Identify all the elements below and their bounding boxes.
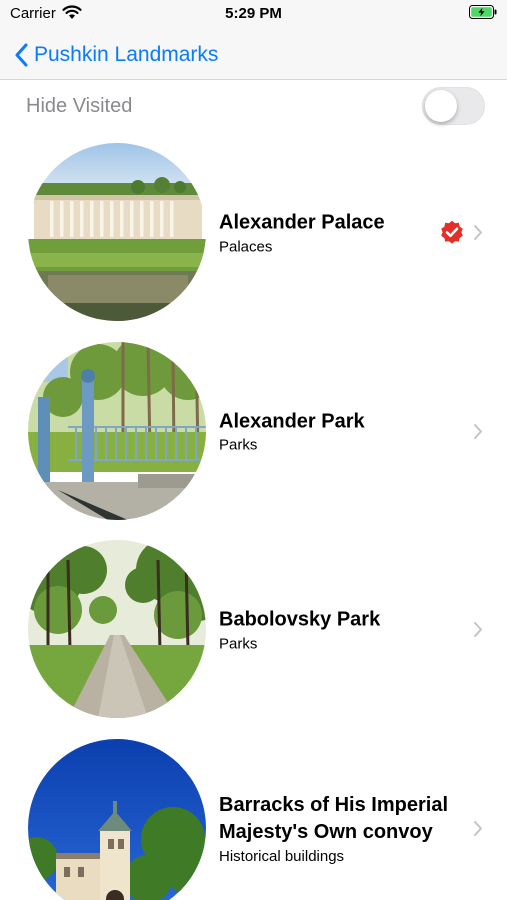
palace-photo: [28, 143, 206, 321]
landmark-name: Alexander Park: [219, 410, 365, 433]
toggle-knob: [425, 90, 457, 122]
chevron-right-icon: [474, 820, 482, 836]
status-time: 5:29 PM: [225, 5, 282, 22]
back-button[interactable]: Pushkin Landmarks: [14, 40, 218, 70]
landmark-category: Parks: [219, 635, 258, 653]
chevron-left-icon: [15, 43, 28, 67]
battery-charging-icon: [469, 5, 497, 19]
park-gate-photo: [28, 341, 206, 520]
back-button-label: Pushkin Landmarks: [34, 43, 219, 66]
navigation-bar: Pushkin Landmarks: [0, 30, 507, 80]
landmark-name: Babolovsky Park: [219, 608, 381, 631]
checkmark-seal-icon: [441, 220, 463, 244]
list-item[interactable]: Barracks of His Imperial Majesty's Own c…: [0, 730, 507, 900]
barracks-tower-photo: [28, 738, 206, 900]
status-bar: Carrier 5:29 PM: [0, 0, 507, 30]
landmark-category: Parks: [219, 436, 258, 454]
chevron-right-icon: [474, 225, 482, 240]
landmark-category: Palaces: [219, 238, 273, 256]
list-item[interactable]: Alexander Park Parks: [0, 333, 507, 532]
forest-path-photo: [28, 540, 206, 718]
chevron-right-icon: [474, 423, 482, 439]
chevron-right-icon: [474, 622, 482, 637]
hide-visited-toggle[interactable]: [422, 87, 485, 125]
landmark-name: Alexander Palace: [219, 211, 385, 234]
landmark-name: Barracks of His Imperial Majesty's Own c…: [219, 793, 448, 843]
list-item[interactable]: Alexander Palace Palaces: [0, 134, 507, 333]
hide-visited-label: Hide Visited: [26, 95, 133, 117]
hide-visited-row: Hide Visited: [0, 80, 507, 134]
list-item[interactable]: Babolovsky Park Parks: [0, 531, 507, 730]
landmark-list: Alexander Palace Palaces Alexander Park …: [0, 134, 507, 900]
landmark-category: Historical buildings: [219, 847, 345, 865]
